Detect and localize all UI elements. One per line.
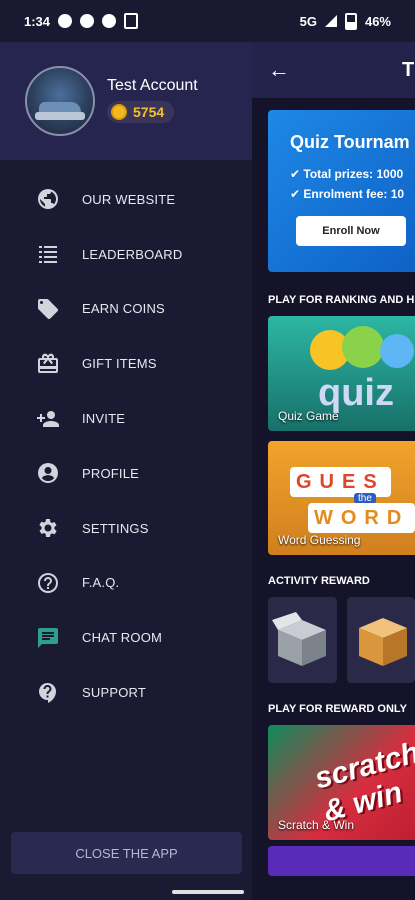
coin-icon <box>111 104 127 120</box>
battery-icon <box>344 12 357 30</box>
account-circle-icon <box>36 461 60 485</box>
next-card-peek <box>268 846 415 876</box>
word-art-bottom: WORD <box>308 503 415 533</box>
gift-icon <box>36 352 60 376</box>
word-art-top: GUES <box>290 467 391 497</box>
word-guessing-label: Word Guessing <box>278 533 361 547</box>
list-icon <box>36 242 60 266</box>
menu-item-chat-room[interactable]: CHAT ROOM <box>0 610 252 665</box>
tournament-banner[interactable]: Quiz Tournam ✔ Total prizes: 1000 ✔ Enro… <box>268 110 415 272</box>
banner-title: Quiz Tournam <box>290 132 410 152</box>
reward-box-open[interactable] <box>268 597 337 683</box>
banner-fee: ✔ Enrolment fee: 10 <box>290 187 405 201</box>
app-notification-icon <box>102 14 117 28</box>
section-ranking-title: PLAY FOR RANKING AND H <box>268 294 415 306</box>
menu-item-our-website[interactable]: OUR WEBSITE <box>0 172 252 227</box>
top-app-bar: ← T <box>252 42 415 98</box>
person-add-icon <box>36 407 60 431</box>
menu-label: SUPPORT <box>82 685 147 701</box>
menu-item-settings[interactable]: SETTINGS <box>0 501 252 556</box>
close-app-button[interactable]: CLOSE THE APP <box>11 832 242 874</box>
alert-icon <box>80 14 95 28</box>
scratch-win-card[interactable]: scratch & win Scratch & Win <box>268 725 415 840</box>
menu-label: EARN COINS <box>82 301 165 317</box>
drawer-menu: OUR WEBSITE LEADERBOARD EARN COINS GIFT … <box>0 160 252 720</box>
quiz-game-label: Quiz Game <box>278 409 339 423</box>
signal-icon <box>324 15 337 27</box>
enroll-button[interactable]: Enroll Now <box>296 216 406 246</box>
section-activity-title: ACTIVITY REWARD <box>268 575 370 587</box>
open-box-icon <box>272 612 327 666</box>
word-guessing-card[interactable]: GUES the WORD Word Guessing <box>268 441 415 555</box>
exclaim-bubble-art <box>380 334 414 368</box>
reward-box-closed[interactable] <box>346 597 415 683</box>
scratch-win-label: Scratch & Win <box>278 818 355 832</box>
scratch-art-text: scratch & win <box>311 736 415 829</box>
battery-level: 46% <box>364 13 391 29</box>
menu-label: F.A.Q. <box>82 575 120 591</box>
main-screen: ← T Quiz Tournam ✔ Total prizes: 1000 ✔ … <box>252 42 415 900</box>
gear-icon <box>36 516 60 540</box>
screen-title: T <box>402 58 415 81</box>
profile-meta: Test Account 5754 <box>107 77 198 125</box>
gesture-nav-handle[interactable] <box>172 890 244 894</box>
banner-prizes: ✔ Total prizes: 1000 <box>290 167 404 181</box>
menu-label: LEADERBOARD <box>82 246 183 262</box>
coin-balance: 5754 <box>133 104 165 120</box>
navigation-drawer: Test Account 5754 OUR WEBSITE LEADERBOAR… <box>0 42 252 900</box>
closed-box-icon <box>358 618 407 666</box>
menu-item-leaderboard[interactable]: LEADERBOARD <box>0 227 252 282</box>
question-bubble-icon <box>36 681 60 705</box>
back-arrow-icon[interactable]: ← <box>268 57 290 83</box>
menu-item-invite[interactable]: INVITE <box>0 391 252 446</box>
tag-icon <box>36 297 60 321</box>
menu-label: OUR WEBSITE <box>82 191 176 207</box>
menu-label: PROFILE <box>82 465 140 481</box>
menu-item-earn-coins[interactable]: EARN COINS <box>0 282 252 337</box>
status-time: 1:34 <box>24 13 51 29</box>
menu-item-faq[interactable]: F.A.Q. <box>0 556 252 611</box>
check-bubble-art <box>342 326 384 368</box>
chat-icon <box>36 626 60 650</box>
sim-icon <box>124 13 139 29</box>
globe-icon <box>36 187 60 211</box>
avatar-car-base-art <box>35 112 85 120</box>
network-label: 5G <box>299 13 317 29</box>
menu-item-profile[interactable]: PROFILE <box>0 446 252 501</box>
quiz-game-card[interactable]: quiz Quiz Game <box>268 316 415 431</box>
menu-label: INVITE <box>82 411 126 427</box>
avatar[interactable] <box>25 66 95 136</box>
status-bar: 1:34 5G 46% <box>0 0 415 42</box>
menu-label: CHAT ROOM <box>82 630 163 646</box>
activity-reward-row <box>268 597 415 683</box>
account-name: Test Account <box>107 77 198 94</box>
menu-label: GIFT ITEMS <box>82 356 157 372</box>
notification-icon <box>58 14 73 28</box>
drawer-header: Test Account 5754 <box>0 42 252 160</box>
menu-label: SETTINGS <box>82 520 149 536</box>
help-circle-icon <box>36 571 60 595</box>
section-reward-title: PLAY FOR REWARD ONLY <box>268 703 407 715</box>
menu-item-gift-items[interactable]: GIFT ITEMS <box>0 336 252 391</box>
coin-balance-badge: 5754 <box>107 101 175 123</box>
menu-item-support[interactable]: SUPPORT <box>0 665 252 720</box>
